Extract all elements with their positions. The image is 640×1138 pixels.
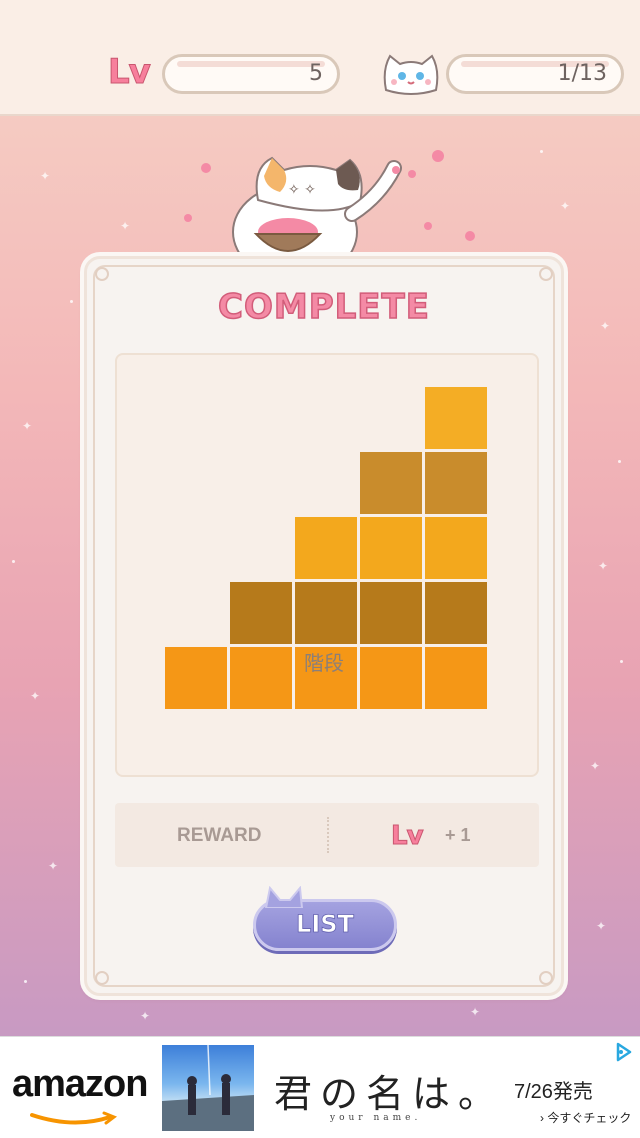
svg-text:✧ ✧: ✧ ✧ [288, 182, 316, 198]
sparkle-icon: ✦ [596, 919, 607, 933]
sparkle-icon: ✦ [48, 859, 59, 873]
result-card: COMPLETE 階段 REWARD Lv + 1 LIST [84, 256, 564, 996]
puzzle-name: 階段 [304, 653, 344, 675]
sparkle-icon: ✦ [30, 689, 41, 703]
sparkle-dot [70, 300, 73, 303]
level-badge-icon: Lv [391, 821, 424, 852]
ad-subtitle: your name. [330, 1113, 422, 1123]
sparkle-dot [618, 460, 621, 463]
corner-ornament [95, 971, 109, 985]
ad-check-now-link[interactable]: › 今すぐチェック [540, 1109, 631, 1126]
level-meter: 5 [162, 54, 340, 94]
level-value: 5 [309, 61, 323, 86]
sparkle-icon: ✦ [590, 759, 601, 773]
reward-label: REWARD [177, 825, 262, 846]
sparkle-dot [12, 560, 15, 563]
ad-choices-icon[interactable] [612, 1041, 634, 1063]
sparkle-icon: ✦ [22, 419, 33, 433]
sparkle-icon: ✦ [560, 199, 571, 213]
puzzle-cell [425, 452, 487, 514]
puzzle-cell [230, 582, 292, 644]
sparkle-dot [540, 150, 543, 153]
ad-release-date: 7/26発売 [514, 1081, 593, 1103]
puzzle-cell [295, 517, 357, 579]
cat-progress-meter: 1/13 [446, 54, 624, 94]
list-button[interactable]: LIST [253, 886, 397, 951]
cat-ears-icon [264, 886, 304, 908]
reward-row: REWARD Lv + 1 [115, 803, 539, 867]
sparkle-icon: ✦ [140, 1009, 151, 1023]
level-badge-icon: Lv [108, 52, 152, 93]
reward-divider [327, 817, 329, 853]
puzzle-cell [425, 517, 487, 579]
puzzle-cell [425, 582, 487, 644]
sparkle-dot [24, 980, 27, 983]
puzzle-cell [360, 517, 422, 579]
sparkle-dot [620, 660, 623, 663]
puzzle-cell [425, 387, 487, 449]
ad-banner[interactable]: amazon 君の名は。 your name. 7/26発売 › 今すぐチェック [0, 1036, 640, 1138]
puzzle-cell [360, 452, 422, 514]
sparkle-icon: ✦ [40, 169, 51, 183]
corner-ornament [95, 267, 109, 281]
corner-ornament [539, 267, 553, 281]
puzzle-cell [360, 582, 422, 644]
complete-title: COMPLETE [217, 286, 430, 328]
top-status-bar: Lv 5 1/13 [0, 0, 640, 116]
sparkle-icon: ✦ [600, 319, 611, 333]
sparkle-icon: ✦ [120, 219, 131, 233]
movie-poster-image [162, 1045, 254, 1131]
list-button-label: LIST [296, 910, 355, 939]
sparkle-icon: ✦ [470, 1005, 481, 1019]
cat-face-icon [383, 54, 439, 95]
sparkle-icon: ✦ [598, 559, 609, 573]
ad-title: 君の名は。 [274, 1072, 505, 1116]
puzzle-preview [115, 353, 539, 777]
cat-progress-value: 1/13 [557, 61, 607, 86]
corner-ornament [539, 971, 553, 985]
amazon-logo: amazon [12, 1063, 148, 1105]
reward-value: + 1 [445, 825, 471, 845]
puzzle-cell [295, 582, 357, 644]
amazon-smile-icon [30, 1111, 118, 1125]
